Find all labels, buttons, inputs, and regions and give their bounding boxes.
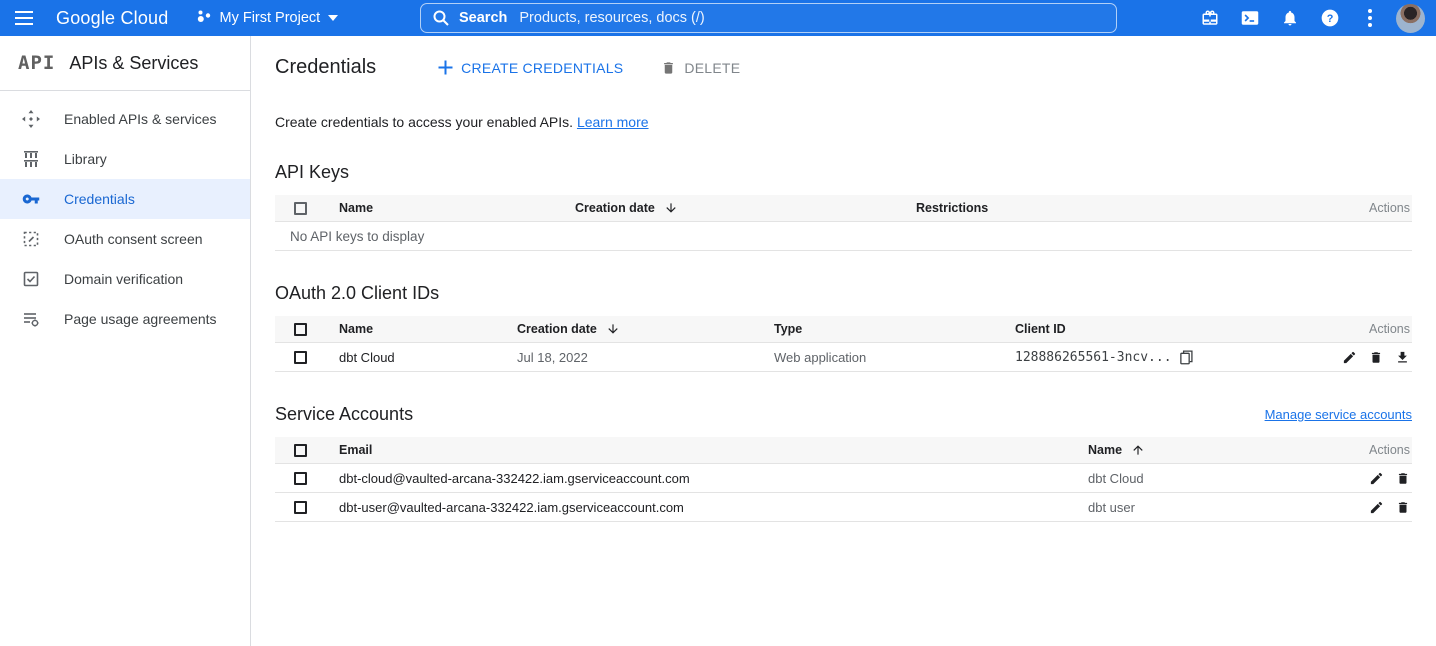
sidebar-item-label: Domain verification (64, 271, 183, 287)
column-header-name[interactable]: Name (339, 201, 575, 215)
api-keys-table: Name Creation date Restrictions Actions … (275, 195, 1412, 251)
intro-text: Create credentials to access your enable… (275, 114, 1412, 130)
sort-asc-icon (1131, 443, 1145, 457)
row-checkbox[interactable] (294, 351, 307, 364)
sidebar-item-label: Enabled APIs & services (64, 111, 217, 127)
oauth-client-id: 128886265561-3ncv... (1015, 350, 1320, 365)
copy-icon[interactable] (1180, 350, 1193, 365)
cloud-shell-icon[interactable] (1230, 0, 1270, 36)
oauth-client-type: Web application (774, 350, 1015, 365)
column-header-type[interactable]: Type (774, 322, 1015, 336)
column-header-actions: Actions (1320, 322, 1412, 336)
search-input[interactable]: Search Products, resources, docs (/) (420, 3, 1117, 33)
column-header-restrictions[interactable]: Restrictions (916, 201, 1342, 215)
trash-icon (661, 60, 676, 76)
column-header-actions: Actions (1342, 201, 1412, 215)
learn-more-link[interactable]: Learn more (577, 114, 649, 130)
service-account-name: dbt Cloud (1088, 471, 1342, 486)
sidebar-item-oauth-consent[interactable]: OAuth consent screen (0, 219, 250, 259)
search-label: Search (459, 10, 507, 26)
help-icon[interactable]: ? (1310, 0, 1350, 36)
edit-icon[interactable] (1369, 471, 1384, 486)
select-all-checkbox[interactable] (294, 202, 307, 215)
gift-icon[interactable] (1190, 0, 1230, 36)
row-checkbox[interactable] (294, 501, 307, 514)
column-header-actions: Actions (1342, 443, 1412, 457)
sidebar-item-label: Credentials (64, 191, 135, 207)
api-keys-heading: API Keys (275, 162, 349, 183)
project-name: My First Project (219, 10, 320, 26)
oauth-client-creation-date: Jul 18, 2022 (517, 350, 774, 365)
table-row: dbt-user@vaulted-arcana-332422.iam.gserv… (275, 493, 1412, 522)
service-account-email: dbt-cloud@vaulted-arcana-332422.iam.gser… (339, 471, 1088, 486)
avatar (1396, 4, 1425, 33)
oauth-table: Name Creation date Type Client ID Action… (275, 316, 1412, 372)
sidebar-item-domain-verification[interactable]: Domain verification (0, 259, 250, 299)
table-row: dbt-cloud@vaulted-arcana-332422.iam.gser… (275, 464, 1412, 493)
page-title: Credentials (275, 56, 376, 79)
more-vert-icon[interactable] (1350, 0, 1390, 36)
sidebar-item-library[interactable]: Library (0, 139, 250, 179)
search-placeholder: Products, resources, docs (/) (519, 10, 704, 26)
plus-icon (438, 60, 453, 75)
select-all-checkbox[interactable] (294, 444, 307, 457)
service-account-email: dbt-user@vaulted-arcana-332422.iam.gserv… (339, 500, 1088, 515)
delete-icon[interactable] (1369, 350, 1383, 365)
service-accounts-table: Email Name Actions dbt-cloud@vaulted-arc… (275, 437, 1412, 522)
library-icon (22, 150, 40, 168)
svg-text:?: ? (1327, 13, 1334, 25)
column-header-creation-date[interactable]: Creation date (575, 201, 916, 215)
download-icon[interactable] (1395, 350, 1410, 365)
main-content: Credentials CREATE CREDENTIALS DELETE Cr… (251, 36, 1436, 646)
page-usage-agreements-icon (22, 310, 40, 328)
delete-icon[interactable] (1396, 500, 1410, 515)
manage-service-accounts-link[interactable]: Manage service accounts (1265, 407, 1412, 422)
edit-icon[interactable] (1369, 500, 1384, 515)
account-avatar[interactable] (1390, 0, 1430, 36)
sidebar-item-credentials[interactable]: Credentials (0, 179, 250, 219)
top-bar: Google Cloud My First Project Search Pro… (0, 0, 1436, 36)
api-product-icon: API (18, 52, 55, 74)
sidebar-item-label: OAuth consent screen (64, 231, 203, 247)
delete-icon[interactable] (1396, 471, 1410, 486)
menu-icon[interactable] (0, 0, 48, 36)
google-cloud-logo[interactable]: Google Cloud (56, 8, 168, 29)
oauth-heading: OAuth 2.0 Client IDs (275, 283, 439, 304)
edit-icon[interactable] (1342, 350, 1357, 365)
oauth-consent-icon (22, 230, 40, 248)
column-header-creation-date[interactable]: Creation date (517, 322, 774, 336)
sidebar-item-enabled-apis[interactable]: Enabled APIs & services (0, 99, 250, 139)
enabled-apis-icon (22, 110, 40, 128)
service-accounts-heading: Service Accounts (275, 404, 413, 425)
service-account-name: dbt user (1088, 500, 1342, 515)
column-header-client-id[interactable]: Client ID (1015, 322, 1320, 336)
notifications-bell-icon[interactable] (1270, 0, 1310, 36)
sort-desc-icon (664, 201, 678, 215)
sidebar-item-page-usage-agreements[interactable]: Page usage agreements (0, 299, 250, 339)
sidebar-title: APIs & Services (69, 53, 198, 74)
column-header-email[interactable]: Email (339, 443, 1088, 457)
column-header-name[interactable]: Name (339, 322, 517, 336)
project-selector[interactable]: My First Project (196, 8, 338, 28)
key-icon (22, 190, 40, 208)
api-keys-empty-state: No API keys to display (275, 222, 1412, 251)
domain-verification-icon (22, 270, 40, 288)
sidebar: API APIs & Services Enabled APIs & servi… (0, 36, 251, 646)
create-credentials-button[interactable]: CREATE CREDENTIALS (438, 60, 623, 76)
sidebar-item-label: Page usage agreements (64, 311, 217, 327)
search-icon (433, 10, 449, 26)
delete-button[interactable]: DELETE (661, 60, 740, 76)
chevron-down-icon (328, 15, 338, 21)
select-all-checkbox[interactable] (294, 323, 307, 336)
sidebar-item-label: Library (64, 151, 107, 167)
project-icon (196, 8, 211, 28)
oauth-client-name: dbt Cloud (339, 350, 517, 365)
column-header-name[interactable]: Name (1088, 443, 1342, 457)
row-checkbox[interactable] (294, 472, 307, 485)
table-row: dbt Cloud Jul 18, 2022 Web application 1… (275, 343, 1412, 372)
sort-desc-icon (606, 322, 620, 336)
